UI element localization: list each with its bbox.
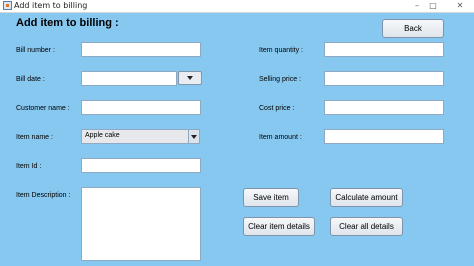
cost-price-input[interactable] [324,100,444,115]
calculate-amount-button[interactable]: Calculate amount [330,188,403,207]
app-window: Add item to billing – □ ✕ Add item to bi… [0,0,474,266]
dropdown-arrow-icon [191,135,197,139]
item-description-textarea[interactable] [81,187,201,261]
bill-number-label: Bill number : [16,47,55,54]
item-description-label: Item Description : [16,192,71,199]
item-quantity-label: Item quantity : [259,47,303,54]
combo-dropdown-button[interactable] [188,130,199,143]
close-button[interactable]: ✕ [449,0,471,11]
item-name-label: Item name : [16,134,53,141]
back-button[interactable]: Back [382,19,444,38]
save-item-button[interactable]: Save item [243,188,299,207]
item-id-input[interactable] [81,158,201,173]
clear-item-details-button[interactable]: Clear item details [243,217,315,236]
maximize-button[interactable]: □ [422,0,444,11]
customer-name-input[interactable] [81,100,201,115]
selling-price-label: Selling price : [259,76,302,83]
date-picker-button[interactable] [178,71,202,85]
window-title: Add item to billing [14,1,88,10]
bill-date-input[interactable] [81,71,177,86]
item-amount-input[interactable] [324,129,444,144]
clear-all-details-button[interactable]: Clear all details [330,217,403,236]
bill-date-label: Bill date : [16,76,45,83]
item-id-label: Item Id : [16,163,42,170]
item-quantity-input[interactable] [324,42,444,57]
title-bar: Add item to billing – □ ✕ [0,0,474,13]
cost-price-label: Cost price : [259,105,295,112]
selling-price-input[interactable] [324,71,444,86]
dropdown-arrow-icon [187,76,193,80]
bill-number-input[interactable] [81,42,201,57]
java-app-icon [3,1,12,10]
page-title: Add item to billing : [16,17,119,29]
item-amount-label: Item amount : [259,134,302,141]
item-name-selected-value: Apple cake [85,132,120,139]
item-name-select[interactable]: Apple cake [81,129,200,144]
customer-name-label: Customer name : [16,105,70,112]
